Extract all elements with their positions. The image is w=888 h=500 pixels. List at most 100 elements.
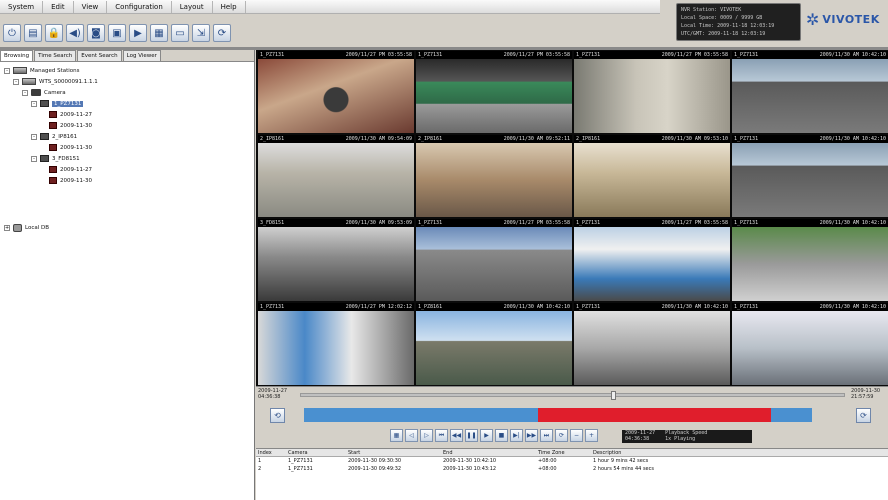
fast-forward-icon[interactable]: ▶▶ <box>525 429 538 442</box>
menu-item-layout[interactable]: Layout <box>172 0 213 13</box>
table-cell: 2 hours 54 mins 44 secs <box>593 466 654 472</box>
video-grid: 1_PZ7131 2009/11/27 PM 03:55:58 1_PZ7131 20… <box>256 50 888 386</box>
expand-toggle-icon[interactable]: - <box>13 78 19 85</box>
lock-icon[interactable]: 🔒 <box>45 24 63 42</box>
video-tile[interactable]: 3_FD8151 2009/11/30 AM 09:53:09 <box>258 219 414 301</box>
layout-icon[interactable]: ▦ <box>390 429 403 442</box>
tree-node[interactable]: 2009-11-30 <box>4 120 250 131</box>
tree-node[interactable]: - 1_PZ7131 <box>4 98 250 109</box>
tree-node[interactable]: - Camera <box>4 87 250 98</box>
menu-item-help[interactable]: Help <box>213 0 246 13</box>
zoom-in-icon[interactable]: + <box>585 429 598 442</box>
next-icon[interactable]: ▷ <box>420 429 433 442</box>
menu-item-view[interactable]: View <box>74 0 108 13</box>
skip-forward-icon[interactable]: ⏭ <box>540 429 553 442</box>
column-header[interactable]: Start <box>346 449 441 456</box>
tree-node[interactable]: + Local DB <box>4 222 250 233</box>
speaker-icon[interactable]: ◀) <box>66 24 84 42</box>
tree-node[interactable]: 2009-11-27 <box>4 109 250 120</box>
toolbar: ⏻ ▤ 🔒 ◀) ◙ ▣ ▶ ▦ ▭ ⇲ ⟳ <box>0 24 231 46</box>
rack-icon[interactable]: ▤ <box>24 24 42 42</box>
camera-name: 1_PZ7131 <box>260 52 285 58</box>
expand-toggle-icon[interactable]: - <box>31 100 37 107</box>
print-icon[interactable]: ▣ <box>108 24 126 42</box>
seek-slider[interactable] <box>300 391 845 400</box>
video-tile[interactable]: 2_IP8161 2009/11/30 AM 09:54:09 <box>258 135 414 217</box>
zoom-timeline-right-icon[interactable]: ⟳ <box>856 408 871 423</box>
video-caption: 1_PZ7131 2009/11/27 PM 03:55:58 <box>258 51 414 59</box>
video-icon[interactable]: ▶ <box>129 24 147 42</box>
recording-timeline[interactable] <box>304 408 812 422</box>
refresh-icon[interactable]: ⟳ <box>213 24 231 42</box>
play-icon[interactable]: ▶ <box>480 429 493 442</box>
camera-name: 2_IP8161 <box>576 136 601 142</box>
video-tile[interactable]: 1_PZ7131 2009/11/27 PM 03:55:58 <box>574 51 730 133</box>
tree-node[interactable]: - 2_IP8161 <box>4 131 250 142</box>
status-line: Local Time: 2009-11-18 12:03:19 <box>681 23 775 29</box>
export-icon[interactable]: ⇲ <box>192 24 210 42</box>
cam-icon <box>40 133 49 140</box>
layout-grid-icon[interactable]: ▦ <box>150 24 168 42</box>
tree-node[interactable]: - 3_FD8151 <box>4 153 250 164</box>
tab-time-search[interactable]: Time Search <box>34 50 77 61</box>
tree-node[interactable]: - WTS_S0000091.1.1.1 <box>4 76 250 87</box>
menu-item-edit[interactable]: Edit <box>43 0 74 13</box>
save-icon[interactable]: ▭ <box>171 24 189 42</box>
video-tile[interactable]: 1_PZ7131 2009/11/30 AM 10:42:10 <box>574 303 730 385</box>
prev-icon[interactable]: ◁ <box>405 429 418 442</box>
video-caption: 1_PZ7131 2009/11/27 PM 03:55:58 <box>574 219 730 227</box>
menu-item-configuration[interactable]: Configuration <box>107 0 172 13</box>
video-tile[interactable]: 1_PZ7131 2009/11/27 PM 03:55:58 <box>416 51 572 133</box>
table-cell: 2009-11-30 09:30:30 <box>348 458 402 464</box>
video-timestamp: 2009/11/30 AM 10:42:10 <box>819 136 886 142</box>
tree-node-label: Camera <box>44 89 66 96</box>
table-row[interactable]: 1 1_PZ7131 2009-11-30 09:30:30 2009-11-30 1… <box>256 457 888 465</box>
video-tile[interactable]: 1_PZ7131 2009/11/27 PM 03:55:58 <box>416 219 572 301</box>
date-icon <box>49 122 57 129</box>
tab-log-viewer[interactable]: Log Viewer <box>122 50 161 61</box>
tree-node[interactable]: - Managed Stations <box>4 65 250 76</box>
expand-toggle-icon[interactable]: + <box>4 224 10 231</box>
tab-browsing[interactable]: Browsing <box>0 50 34 61</box>
expand-toggle-icon[interactable]: - <box>4 67 10 74</box>
column-header[interactable]: Description <box>591 449 741 456</box>
video-tile[interactable]: 2_IP8161 2009/11/30 AM 09:53:10 <box>574 135 730 217</box>
sync-icon[interactable]: ⟳ <box>555 429 568 442</box>
video-frame <box>258 143 414 217</box>
step-icon[interactable]: ▶| <box>510 429 523 442</box>
video-tile[interactable]: 1_PZ7131 2009/11/30 AM 10:42:10 <box>732 51 888 133</box>
tree-node[interactable]: 2009-11-30 <box>4 142 250 153</box>
column-header[interactable]: End <box>441 449 536 456</box>
menu-item-system[interactable]: System <box>0 0 44 13</box>
column-header[interactable]: Camera <box>286 449 346 456</box>
stop-icon[interactable]: ■ <box>495 429 508 442</box>
zoom-out-icon[interactable]: − <box>570 429 583 442</box>
zoom-timeline-left-icon[interactable]: ⟲ <box>270 408 285 423</box>
expand-toggle-icon[interactable]: - <box>22 89 28 96</box>
table-row[interactable]: 2 1_PZ7131 2009-11-30 09:49:32 2009-11-30 1… <box>256 465 888 473</box>
video-tile[interactable]: 1_PZ8161 2009/11/30 AM 10:42:10 <box>416 303 572 385</box>
video-frame <box>574 311 730 385</box>
tree-node-label: 2009-11-30 <box>60 122 92 129</box>
video-tile[interactable]: 1_PZ7131 2009/11/30 AM 10:42:10 <box>732 135 888 217</box>
video-tile[interactable]: 1_PZ7131 2009/11/27 PM 03:55:58 <box>574 219 730 301</box>
column-header[interactable]: Time Zone <box>536 449 591 456</box>
skip-back-icon[interactable]: ⏮ <box>435 429 448 442</box>
video-tile[interactable]: 1_PZ7131 2009/11/30 AM 10:42:10 <box>732 303 888 385</box>
video-tile[interactable]: 1_PZ7131 2009/11/27 PM 03:55:58 <box>258 51 414 133</box>
tree-node[interactable]: 2009-11-27 <box>4 164 250 175</box>
pause-icon[interactable]: ❚❚ <box>465 429 478 442</box>
camera-icon[interactable]: ◙ <box>87 24 105 42</box>
seek-thumb[interactable] <box>610 391 616 400</box>
power-icon[interactable]: ⏻ <box>3 24 21 42</box>
column-header[interactable]: Index <box>256 449 286 456</box>
video-tile[interactable]: 1_PZ7131 2009/11/30 AM 10:42:10 <box>732 219 888 301</box>
nvr-icon <box>13 67 27 74</box>
rewind-icon[interactable]: ◀◀ <box>450 429 463 442</box>
expand-toggle-icon[interactable]: - <box>31 133 37 140</box>
tab-event-search[interactable]: Event Search <box>77 50 122 61</box>
expand-toggle-icon[interactable]: - <box>31 155 37 162</box>
video-tile[interactable]: 1_PZ7131 2009/11/27 PM 12:02:12 <box>258 303 414 385</box>
tree-node[interactable]: 2009-11-30 <box>4 175 250 186</box>
video-tile[interactable]: 2_IP8161 2009/11/30 AM 09:52:11 <box>416 135 572 217</box>
